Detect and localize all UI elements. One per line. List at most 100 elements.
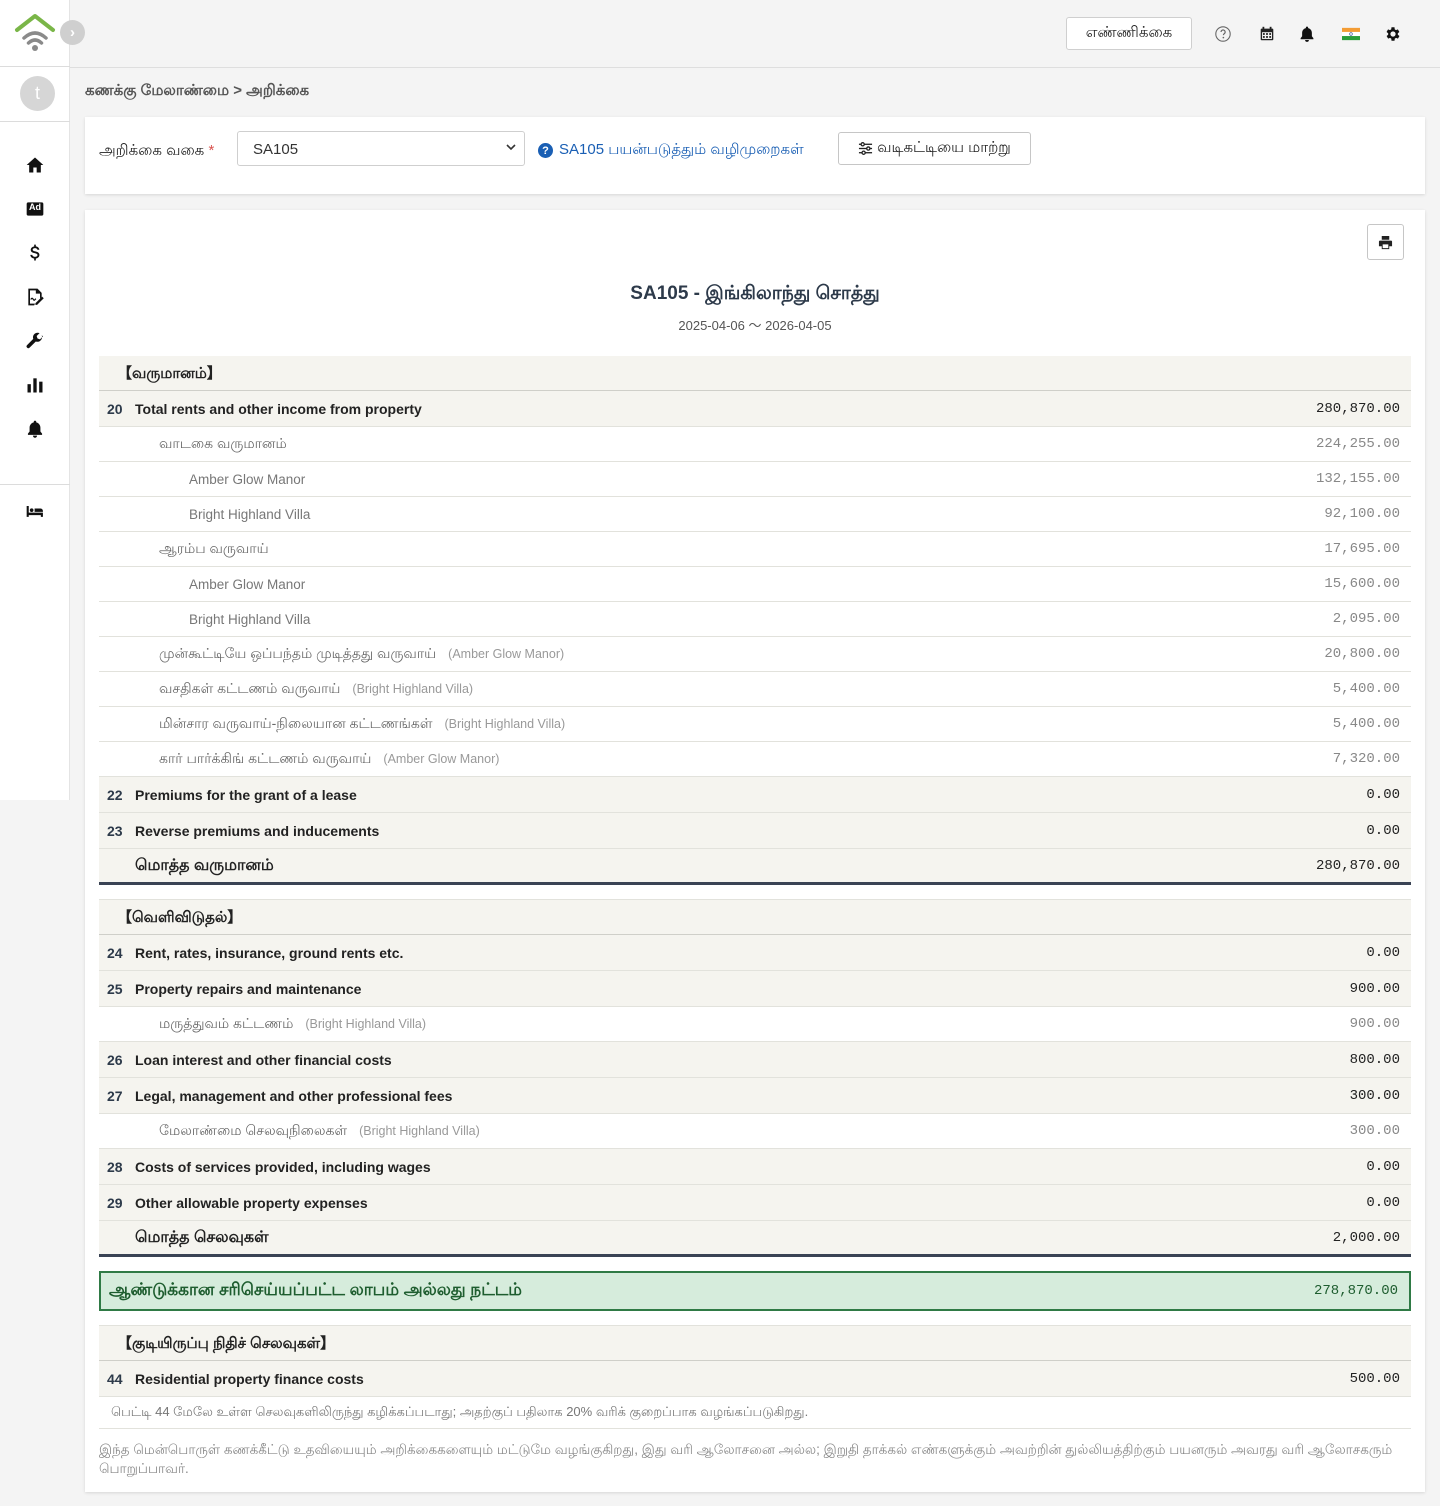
avatar[interactable]: t bbox=[20, 76, 55, 111]
row-amount: 20,800.00 bbox=[1324, 646, 1400, 662]
note-text: பெட்டி 44 மேலே உள்ள செலவுகளிலிருந்து கழி… bbox=[111, 1404, 809, 1419]
sliders-icon bbox=[859, 142, 873, 155]
report-type-label-text: அறிக்கை வகை bbox=[99, 142, 205, 159]
chart-icon[interactable] bbox=[23, 373, 47, 397]
medical-fee-row: மருத்துவம் கட்டணம் (Bright Highland Vill… bbox=[99, 1007, 1411, 1042]
box-row-26: 26 Loan interest and other financial cos… bbox=[99, 1042, 1411, 1078]
property-name: Amber Glow Manor bbox=[189, 471, 306, 487]
row-label: மின்சார வருவாய்-நிலையான கட்டணங்கள் bbox=[159, 714, 433, 731]
home-icon[interactable] bbox=[23, 153, 47, 177]
dollar-icon[interactable] bbox=[23, 241, 47, 265]
sidebar-divider bbox=[0, 121, 70, 122]
section-title: 【குடியிருப்பு நிதிச் செலவுகள்】 bbox=[117, 1335, 336, 1352]
help-icon[interactable] bbox=[1213, 24, 1233, 44]
box-label: Reverse premiums and inducements bbox=[135, 822, 380, 839]
report-card: SA105 - இங்கிலாந்து சொத்து 2025-04-06 〜 … bbox=[85, 210, 1425, 1492]
row-amount: 5,400.00 bbox=[1332, 716, 1400, 732]
report-period: 2025-04-06 〜 2026-04-05 bbox=[678, 318, 832, 333]
sa105-guide-link[interactable]: ? SA105 பயன்படுத்தும் வழிமுறைகள் bbox=[538, 141, 804, 160]
box-row-20: 20 Total rents and other income from pro… bbox=[99, 391, 1411, 427]
box-number: 29 bbox=[107, 1194, 123, 1211]
bell-icon[interactable] bbox=[23, 417, 47, 441]
gear-icon[interactable] bbox=[1383, 24, 1403, 44]
top-bar: எண்ணிக்கை bbox=[70, 0, 1440, 68]
property-row: Bright Highland Villa 92,100.00 bbox=[99, 497, 1411, 532]
row-property: (Bright Highland Villa) bbox=[444, 717, 566, 731]
breadcrumb-separator: > bbox=[233, 82, 242, 99]
report-type-selected: SA105 bbox=[253, 141, 299, 158]
bell-icon[interactable] bbox=[1297, 24, 1317, 44]
breadcrumb-current: அறிக்கை bbox=[246, 82, 310, 99]
box-row-27: 27 Legal, management and other professio… bbox=[99, 1078, 1411, 1114]
box-number: 24 bbox=[107, 944, 123, 961]
row-amount: 300.00 bbox=[1349, 1123, 1400, 1139]
avatar-initial: t bbox=[34, 83, 40, 103]
box-amount: 0.00 bbox=[1366, 1158, 1400, 1175]
spacer bbox=[99, 1311, 1411, 1326]
row-property: (Bright Highland Villa) bbox=[359, 1124, 480, 1138]
app-logo[interactable] bbox=[14, 12, 56, 54]
row-amount: 7,320.00 bbox=[1332, 751, 1400, 767]
spacer bbox=[99, 885, 1411, 900]
car-parking-row: கார் பார்க்கிங் கட்டணம் வருவாய் (Amber G… bbox=[99, 742, 1411, 777]
change-filter-button-label: வடிகட்டியை மாற்று bbox=[877, 139, 1011, 156]
filter-card: அறிக்கை வகை * SA105 ? SA105 பயன்படுத்தும… bbox=[85, 117, 1425, 194]
india-flag-icon[interactable] bbox=[1340, 24, 1362, 44]
property-name: Bright Highland Villa bbox=[189, 506, 311, 522]
breadcrumb: கணக்கு மேலாண்மை > அறிக்கை bbox=[85, 82, 309, 101]
total-label: மொத்த வருமானம் bbox=[135, 856, 274, 874]
section-title: 【வெளிவிடுதல்】 bbox=[117, 909, 243, 926]
box-amount: 0.00 bbox=[1366, 1194, 1400, 1211]
box-amount: 900.00 bbox=[1349, 980, 1400, 997]
row-label: கார் பார்க்கிங் கட்டணம் வருவாய் bbox=[159, 749, 372, 766]
income-section-header: 【வருமானம்】 bbox=[99, 356, 1411, 391]
box-amount: 280,870.00 bbox=[1315, 400, 1400, 417]
finance-costs-section-header: 【குடியிருப்பு நிதிச் செலவுகள்】 bbox=[99, 1326, 1411, 1361]
chevron-right-icon: › bbox=[70, 24, 75, 41]
sidebar-divider bbox=[0, 66, 70, 67]
bed-icon[interactable] bbox=[23, 499, 47, 523]
breadcrumb-parent[interactable]: கணக்கு மேலாண்மை bbox=[85, 82, 229, 99]
wrench-icon[interactable] bbox=[23, 329, 47, 353]
box44-note: பெட்டி 44 மேலே உள்ள செலவுகளிலிருந்து கழி… bbox=[99, 1397, 1411, 1429]
early-termination-row: முன்கூட்டியே ஒப்பந்தம் முடித்தது வருவாய்… bbox=[99, 637, 1411, 672]
report-type-label: அறிக்கை வகை * bbox=[99, 142, 214, 161]
row-property: (Bright Highland Villa) bbox=[352, 682, 474, 696]
chevron-down-icon bbox=[506, 144, 516, 151]
box-row-24: 24 Rent, rates, insurance, ground rents … bbox=[99, 935, 1411, 971]
print-icon bbox=[1378, 235, 1393, 249]
row-amount: 2,095.00 bbox=[1332, 611, 1400, 627]
row-property: (Bright Highland Villa) bbox=[305, 1017, 427, 1031]
print-button[interactable] bbox=[1367, 224, 1404, 260]
sidebar-toggle-button[interactable]: › bbox=[60, 20, 85, 45]
change-filter-button[interactable]: வடிகட்டியை மாற்று bbox=[838, 132, 1031, 165]
property-row: Amber Glow Manor 132,155.00 bbox=[99, 462, 1411, 497]
box-label: Residential property finance costs bbox=[135, 1370, 364, 1387]
total-label: மொத்த செலவுகள் bbox=[135, 1228, 269, 1246]
total-expenses-row: மொத்த செலவுகள் 2,000.00 bbox=[99, 1221, 1411, 1257]
box-row-22: 22 Premiums for the grant of a lease 0.0… bbox=[99, 777, 1411, 813]
required-mark: * bbox=[208, 142, 215, 159]
sidebar-divider bbox=[0, 484, 70, 485]
count-button[interactable]: எண்ணிக்கை bbox=[1066, 17, 1192, 50]
property-name: Amber Glow Manor bbox=[189, 576, 306, 592]
total-amount: 280,870.00 bbox=[1315, 857, 1400, 874]
row-amount: 92,100.00 bbox=[1324, 506, 1400, 522]
box-number: 28 bbox=[107, 1158, 123, 1175]
initial-income-row: ஆரம்ப வருவாய் 17,695.00 bbox=[99, 532, 1411, 567]
row-amount: 132,155.00 bbox=[1315, 471, 1400, 487]
ad-icon[interactable]: Ad bbox=[23, 197, 47, 221]
calendar-icon[interactable] bbox=[1257, 24, 1277, 44]
ad-icon-label: Ad bbox=[29, 202, 41, 212]
box-amount: 0.00 bbox=[1366, 822, 1400, 839]
expense-section-header: 【வெளிவிடுதல்】 bbox=[99, 900, 1411, 935]
question-icon: ? bbox=[538, 143, 553, 158]
box-row-29: 29 Other allowable property expenses 0.0… bbox=[99, 1185, 1411, 1221]
box-amount: 0.00 bbox=[1366, 786, 1400, 803]
report-type-select[interactable]: SA105 bbox=[237, 131, 525, 166]
contract-icon[interactable] bbox=[23, 285, 47, 309]
row-label: மேலாண்மை செலவுநிலைகள் bbox=[159, 1121, 348, 1138]
box-label: Property repairs and maintenance bbox=[135, 980, 362, 997]
row-label: வசதிகள் கட்டணம் வருவாய் bbox=[159, 679, 341, 696]
box-number: 22 bbox=[107, 786, 123, 803]
